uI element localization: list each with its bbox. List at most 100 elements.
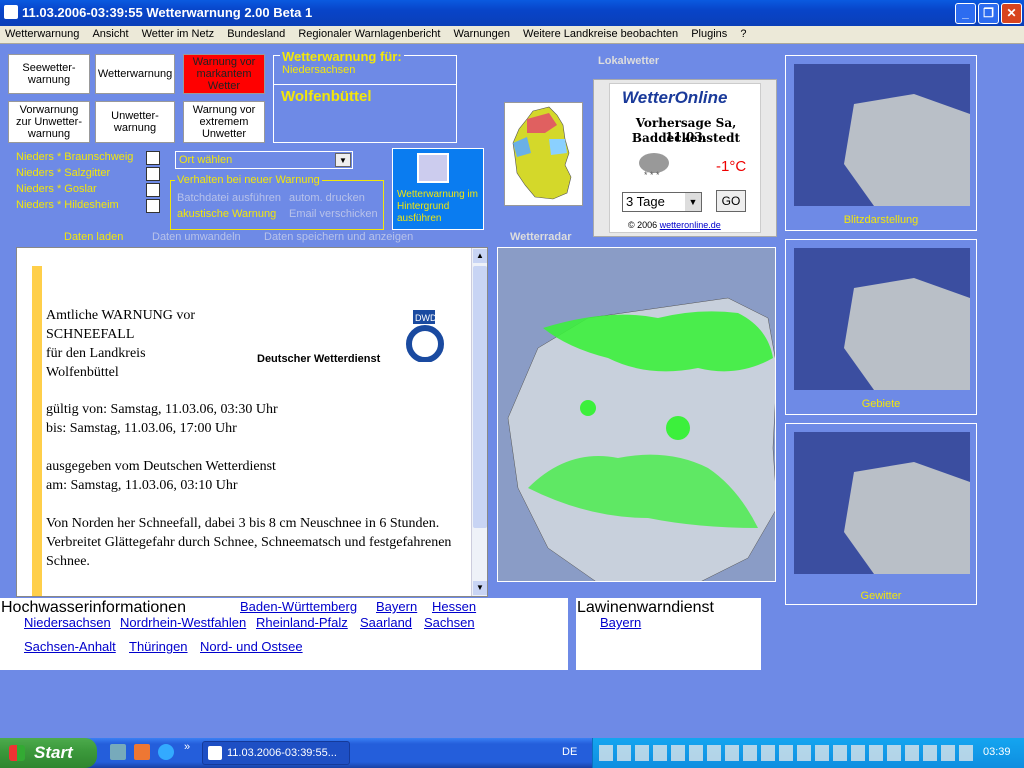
task-button[interactable]: 11.03.2006-03:39:55... bbox=[202, 741, 350, 765]
hw-link-nrw[interactable]: Nordrhein-Westfahlen bbox=[120, 615, 246, 630]
menu-weitere-landkreise[interactable]: Weitere Landkreise beobachten bbox=[518, 26, 683, 42]
save-data-button[interactable]: Daten speichern und anzeigen bbox=[264, 231, 413, 243]
mail-icon[interactable] bbox=[134, 744, 150, 760]
forecast-place: Baddeckenstedt bbox=[631, 131, 741, 145]
hw-link-hessen[interactable]: Hessen bbox=[432, 599, 476, 614]
menu-wetter-im-netz[interactable]: Wetter im Netz bbox=[137, 26, 220, 42]
hw-link-sachsen[interactable]: Sachsen bbox=[424, 615, 475, 630]
warning-document: Amtliche WARNUNG vor SCHNEEFALL für den … bbox=[16, 247, 488, 597]
menu-ansicht[interactable]: Ansicht bbox=[87, 26, 133, 42]
region-checkbox[interactable] bbox=[146, 183, 160, 197]
maximize-button[interactable]: ❐ bbox=[978, 3, 999, 24]
menu-bundesland[interactable]: Bundesland bbox=[222, 26, 290, 42]
background-run-button[interactable]: Wetterwarnung im Hintergrund ausführen bbox=[392, 148, 484, 230]
temperature: -1°C bbox=[716, 158, 747, 175]
email-option[interactable]: Email verschicken bbox=[289, 208, 378, 220]
region-hildesheim[interactable]: Nieders * Hildesheim bbox=[16, 199, 119, 211]
blitz-map[interactable] bbox=[794, 64, 970, 206]
warning-for-heading: Wetterwarnung für: bbox=[280, 49, 404, 64]
unwetter-button[interactable]: Unwetter-warnung bbox=[95, 101, 175, 143]
gebiete-panel[interactable]: Gebiete bbox=[785, 239, 977, 415]
hw-link-saarland[interactable]: Saarland bbox=[360, 615, 412, 630]
seewetter-button[interactable]: Seewetter-warnung bbox=[8, 54, 90, 94]
divider bbox=[274, 84, 456, 85]
hw-link-sachsen-anhalt[interactable]: Sachsen-Anhalt bbox=[24, 639, 116, 654]
close-button[interactable]: ✕ bbox=[1001, 3, 1022, 24]
ort-select[interactable]: Ort wählen ▼ bbox=[175, 151, 353, 169]
convert-data-button[interactable]: Daten umwandeln bbox=[152, 231, 241, 243]
extremes-unwetter-button[interactable]: Warnung vor extremem Unwetter bbox=[183, 101, 265, 143]
app-icon bbox=[208, 746, 222, 760]
clock: 03:39 bbox=[983, 746, 1011, 758]
warning-line: Amtliche WARNUNG vor bbox=[46, 308, 196, 323]
blitz-panel[interactable]: Blitzdarstellung bbox=[785, 55, 977, 231]
hw-link-rheinland-pfalz[interactable]: Rheinland-Pfalz bbox=[256, 615, 348, 630]
warning-district: Wolfenbüttel bbox=[281, 88, 372, 105]
app-icon bbox=[4, 5, 18, 19]
hw-link-bayern[interactable]: Bayern bbox=[376, 599, 417, 614]
region-checkbox[interactable] bbox=[146, 151, 160, 165]
copyright: © 2006 wetteronline.de bbox=[628, 220, 721, 230]
germany-map-thumbnail[interactable] bbox=[504, 102, 583, 206]
desktop-icon[interactable] bbox=[110, 744, 126, 760]
lokalwetter-panel: WetterOnline Vorhersage Sa, 11.03. Badde… bbox=[593, 79, 777, 237]
go-button[interactable]: GO bbox=[716, 190, 746, 212]
valid-from: gültig von: Samstag, 11.03.06, 03:30 Uhr bbox=[46, 402, 278, 417]
scroll-down-icon[interactable]: ▼ bbox=[473, 581, 487, 595]
hw-link-niedersachsen[interactable]: Niedersachsen bbox=[24, 615, 111, 630]
browser-icon[interactable] bbox=[158, 744, 174, 760]
minimize-button[interactable]: _ bbox=[955, 3, 976, 24]
weather-radar-map[interactable] bbox=[497, 247, 776, 582]
load-data-button[interactable]: Daten laden bbox=[64, 231, 123, 243]
vorwarnung-button[interactable]: Vorwarnung zur Unwetter-warnung bbox=[8, 101, 90, 143]
quicklaunch-more-icon[interactable]: » bbox=[184, 741, 190, 753]
region-salzgitter[interactable]: Nieders * Salzgitter bbox=[16, 167, 110, 179]
forecast-widget: WetterOnline Vorhersage Sa, 11.03. Badde… bbox=[609, 83, 761, 233]
region-checkbox[interactable] bbox=[146, 199, 160, 213]
warning-body-2: Verbreitet Glättegefahr durch Schnee, Sc… bbox=[46, 535, 452, 569]
hw-link-thueringen[interactable]: Thüringen bbox=[129, 639, 188, 654]
copyright-link[interactable]: wetteronline.de bbox=[660, 220, 721, 230]
scroll-up-icon[interactable]: ▲ bbox=[473, 249, 487, 263]
menu-warnungen[interactable]: Warnungen bbox=[448, 26, 514, 42]
gewitter-panel[interactable]: Gewitter bbox=[785, 423, 977, 605]
menu-help[interactable]: ? bbox=[735, 26, 751, 42]
region-checkbox[interactable] bbox=[146, 167, 160, 181]
background-run-label: Wetterwarnung im Hintergrund ausführen bbox=[397, 189, 478, 224]
lawinen-title: Lawinenwarndienst bbox=[577, 599, 714, 616]
region-goslar[interactable]: Nieders * Goslar bbox=[16, 183, 97, 195]
warning-line: für den Landkreis bbox=[46, 346, 146, 361]
ort-select-value: Ort wählen bbox=[179, 154, 233, 166]
chevron-down-icon[interactable]: ▼ bbox=[685, 193, 701, 211]
menu-wetterwarnung[interactable]: Wetterwarnung bbox=[0, 26, 84, 42]
scroll-thumb[interactable] bbox=[473, 266, 487, 528]
title-bar: 11.03.2006-03:39:55 Wetterwarnung 2.00 B… bbox=[0, 0, 1024, 26]
document-side-bar bbox=[32, 266, 42, 596]
hw-link-baden-wuerttemberg[interactable]: Baden-Württemberg bbox=[240, 599, 357, 614]
wetteronline-logo: WetterOnline bbox=[622, 88, 728, 107]
print-option[interactable]: autom. drucken bbox=[289, 192, 365, 204]
scrollbar[interactable]: ▲ ▼ bbox=[471, 248, 487, 596]
tray-icons[interactable] bbox=[599, 745, 977, 761]
batch-option[interactable]: Batchdatei ausführen bbox=[177, 192, 281, 204]
lw-link-bayern[interactable]: Bayern bbox=[600, 615, 641, 630]
warning-for-panel: Wetterwarnung für: Niedersachsen Wolfenb… bbox=[273, 49, 457, 143]
sound-option[interactable]: akustische Warnung bbox=[177, 208, 276, 220]
windows-logo-icon bbox=[9, 745, 25, 761]
svg-text:* * *: * * * bbox=[644, 170, 660, 180]
gebiete-map[interactable] bbox=[794, 248, 970, 390]
start-button[interactable]: Start bbox=[0, 738, 97, 768]
markantes-wetter-button[interactable]: Warnung vor markantem Wetter bbox=[183, 54, 265, 94]
days-select[interactable]: 3 Tage ▼ bbox=[622, 192, 702, 212]
chevron-down-icon[interactable]: ▼ bbox=[335, 153, 351, 167]
dwd-logo-text: DWD bbox=[415, 313, 437, 323]
region-braunschweig[interactable]: Nieders * Braunschweig bbox=[16, 151, 133, 163]
hw-link-nord-ostsee[interactable]: Nord- und Ostsee bbox=[200, 639, 303, 654]
task-label: 11.03.2006-03:39:55... bbox=[227, 747, 337, 759]
wetterwarnung-button[interactable]: Wetterwarnung bbox=[95, 54, 175, 94]
menu-plugins[interactable]: Plugins bbox=[686, 26, 732, 42]
computer-icon bbox=[417, 153, 449, 183]
language-indicator[interactable]: DE bbox=[562, 746, 577, 758]
gewitter-map[interactable] bbox=[794, 432, 970, 574]
menu-regionaler-warnlagenbericht[interactable]: Regionaler Warnlagenbericht bbox=[293, 26, 445, 42]
